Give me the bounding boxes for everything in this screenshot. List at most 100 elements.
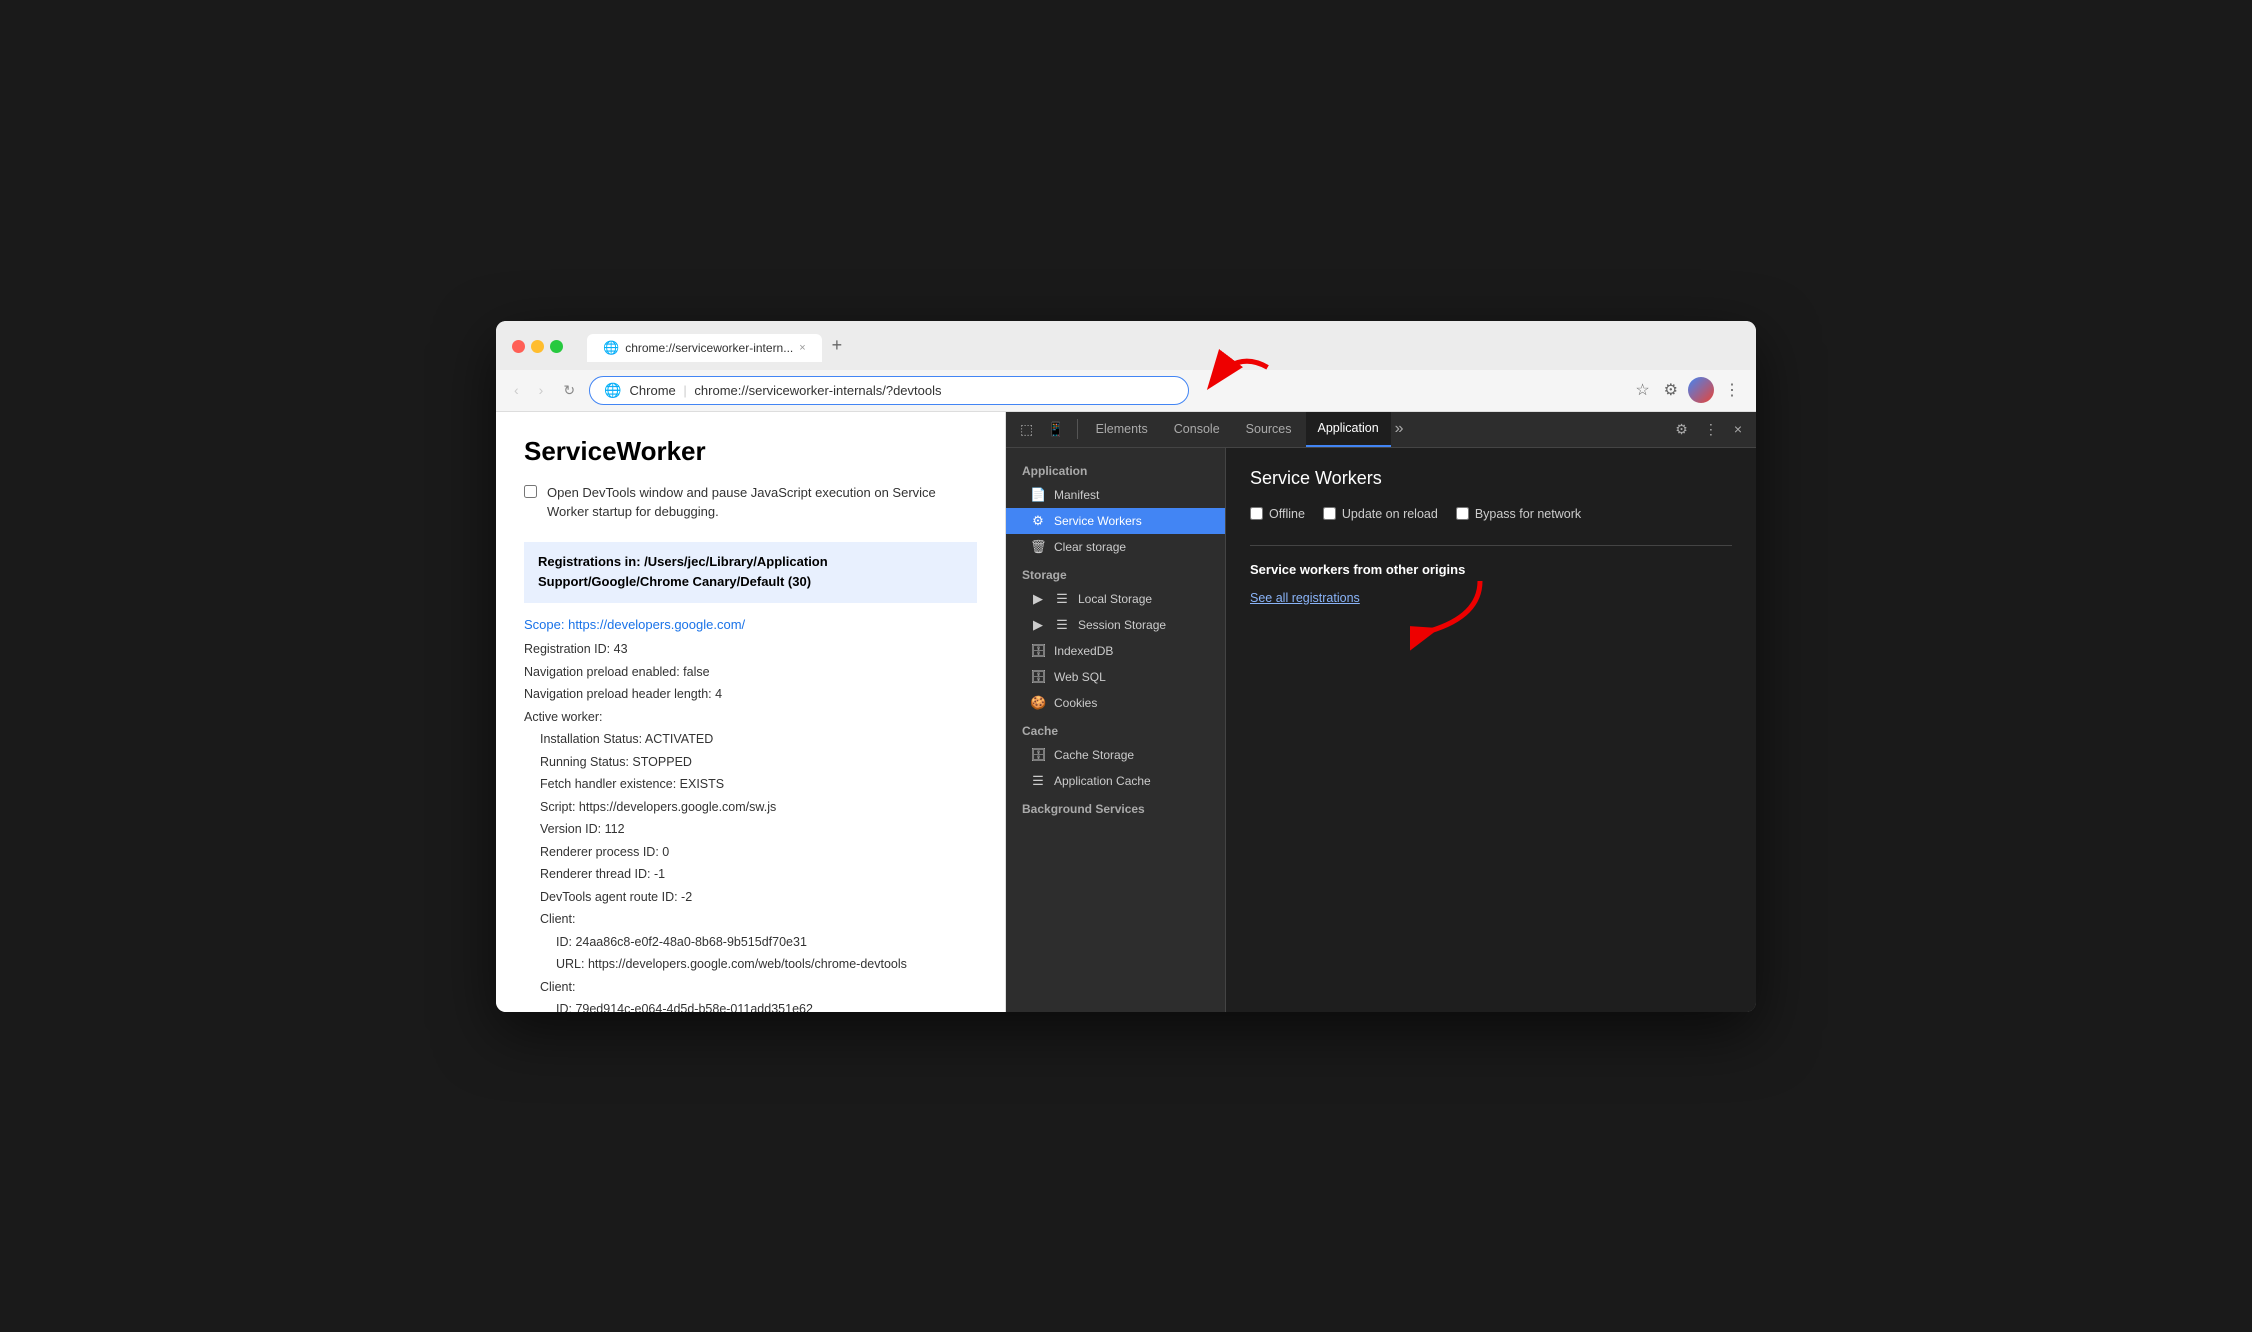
- worker-detail-line: Renderer process ID: 0: [524, 841, 977, 864]
- reload-button[interactable]: ↻: [557, 378, 581, 403]
- clear-storage-icon: 🗑: [1030, 539, 1046, 555]
- worker-detail-line: URL: https://developers.google.com/web/t…: [524, 953, 977, 976]
- update-on-reload-label: Update on reload: [1342, 507, 1438, 521]
- worker-detail-line: Running Status: STOPPED: [524, 751, 977, 774]
- forward-button[interactable]: ›: [533, 378, 550, 402]
- arrow-annotation-2: [1410, 576, 1490, 661]
- nav-bar: ‹ › ↻ 🌐 Chrome | chrome://serviceworker-…: [496, 370, 1756, 412]
- worker-detail-line: Registration ID: 43: [524, 638, 977, 661]
- worker-detail-line: ID: 79ed914c-e064-4d5d-b58e-011add351e62: [524, 998, 977, 1011]
- registrations-box: Registrations in: /Users/jec/Library/App…: [524, 542, 977, 604]
- update-on-reload-checkbox-item[interactable]: Update on reload: [1323, 507, 1438, 521]
- cookies-icon: 🍪: [1030, 695, 1046, 711]
- expand-session-storage-icon: ▶: [1030, 617, 1046, 633]
- web-sql-icon: 🗄: [1030, 669, 1046, 685]
- devtools-more-button[interactable]: ⋮: [1698, 417, 1724, 442]
- tab-sources[interactable]: Sources: [1234, 412, 1304, 447]
- registrations-text: Registrations in: /Users/jec/Library/App…: [538, 554, 828, 590]
- tab-elements[interactable]: Elements: [1084, 412, 1160, 447]
- worker-detail-line: ID: 24aa86c8-e0f2-48a0-8b68-9b515df70e31: [524, 931, 977, 954]
- address-domain: Chrome | chrome://serviceworker-internal…: [630, 383, 942, 398]
- update-on-reload-checkbox[interactable]: [1323, 507, 1336, 520]
- devtools-sidebar: Application 📄 Manifest ⚙ Service Workers…: [1006, 448, 1226, 1012]
- new-tab-button[interactable]: +: [824, 331, 851, 360]
- debug-checkbox[interactable]: [524, 485, 537, 498]
- bypass-for-network-checkbox-item[interactable]: Bypass for network: [1456, 507, 1581, 521]
- section-application-label: Application: [1006, 456, 1225, 482]
- title-bar: 🌐 chrome://serviceworker-intern... × +: [496, 321, 1756, 370]
- sidebar-manifest-label: Manifest: [1054, 488, 1099, 502]
- session-storage-icon: ☰: [1054, 617, 1070, 633]
- devtools-body: Application 📄 Manifest ⚙ Service Workers…: [1006, 448, 1756, 1012]
- tab-close-button[interactable]: ×: [799, 342, 805, 354]
- worker-detail-line: Script: https://developers.google.com/sw…: [524, 796, 977, 819]
- sidebar-clear-storage-label: Clear storage: [1054, 540, 1126, 554]
- worker-detail-line: DevTools agent route ID: -2: [524, 886, 977, 909]
- offline-checkbox-item[interactable]: Offline: [1250, 507, 1305, 521]
- sidebar-item-indexeddb[interactable]: 🗄 IndexedDB: [1006, 638, 1225, 664]
- extensions-button[interactable]: ⚙: [1660, 376, 1682, 404]
- device-toggle-button[interactable]: 📱: [1041, 417, 1070, 442]
- address-globe-icon: 🌐: [604, 382, 621, 399]
- manifest-icon: 📄: [1030, 487, 1046, 503]
- sidebar-application-cache-label: Application Cache: [1054, 774, 1151, 788]
- devtools-panel: ⬚ 📱 Elements Console Sources Application…: [1006, 412, 1756, 1012]
- sidebar-item-application-cache[interactable]: ☰ Application Cache: [1006, 768, 1225, 794]
- maximize-button[interactable]: [550, 340, 563, 353]
- worker-detail-line: Fetch handler existence: EXISTS: [524, 773, 977, 796]
- address-separator: |: [683, 383, 686, 398]
- devtools-main-panel: Service Workers Offline Update on reload: [1226, 448, 1756, 1012]
- tab-console[interactable]: Console: [1162, 412, 1232, 447]
- service-workers-icon: ⚙: [1030, 513, 1046, 529]
- close-button[interactable]: [512, 340, 525, 353]
- avatar: [1688, 377, 1714, 403]
- traffic-lights: [512, 340, 563, 353]
- section-cache-label: Cache: [1006, 716, 1225, 742]
- devtools-settings-button[interactable]: ⚙: [1669, 417, 1694, 442]
- minimize-button[interactable]: [531, 340, 544, 353]
- sidebar-item-manifest[interactable]: 📄 Manifest: [1006, 482, 1225, 508]
- sidebar-item-local-storage[interactable]: ▶ ☰ Local Storage: [1006, 586, 1225, 612]
- sidebar-cookies-label: Cookies: [1054, 696, 1097, 710]
- sidebar-item-cache-storage[interactable]: 🗄 Cache Storage: [1006, 742, 1225, 768]
- menu-button[interactable]: ⋮: [1720, 376, 1744, 404]
- browser-window: 🌐 chrome://serviceworker-intern... × + ‹…: [496, 321, 1756, 1012]
- tab-bar: 🌐 chrome://serviceworker-intern... × +: [587, 331, 850, 362]
- debug-label: Open DevTools window and pause JavaScrip…: [547, 483, 977, 522]
- worker-detail-line: Client:: [524, 976, 977, 999]
- sidebar-item-cookies[interactable]: 🍪 Cookies: [1006, 690, 1225, 716]
- tab-application[interactable]: Application: [1306, 412, 1391, 447]
- bookmark-button[interactable]: ☆: [1631, 376, 1653, 404]
- indexeddb-icon: 🗄: [1030, 643, 1046, 659]
- bypass-for-network-checkbox[interactable]: [1456, 507, 1469, 520]
- tab-title: chrome://serviceworker-intern...: [625, 341, 793, 355]
- sidebar-item-service-workers[interactable]: ⚙ Service Workers: [1006, 508, 1225, 534]
- sidebar-item-web-sql[interactable]: 🗄 Web SQL: [1006, 664, 1225, 690]
- sidebar-item-clear-storage[interactable]: 🗑 Clear storage: [1006, 534, 1225, 560]
- debug-checkbox-row: Open DevTools window and pause JavaScrip…: [524, 483, 977, 522]
- sidebar-session-storage-label: Session Storage: [1078, 618, 1166, 632]
- panel-title: Service Workers: [1250, 468, 1732, 489]
- back-button[interactable]: ‹: [508, 378, 525, 402]
- sidebar-indexeddb-label: IndexedDB: [1054, 644, 1113, 658]
- active-tab[interactable]: 🌐 chrome://serviceworker-intern... ×: [587, 334, 822, 362]
- see-all-registrations-link[interactable]: See all registrations: [1250, 591, 1360, 605]
- worker-detail-line: Renderer thread ID: -1: [524, 863, 977, 886]
- more-tabs-button[interactable]: »: [1395, 420, 1404, 438]
- page-title: ServiceWorker: [524, 436, 977, 467]
- page-content: ServiceWorker Open DevTools window and p…: [496, 412, 1006, 1012]
- worker-detail-line: Installation Status: ACTIVATED: [524, 728, 977, 751]
- local-storage-icon: ☰: [1054, 591, 1070, 607]
- section-background-services-label: Background Services: [1006, 794, 1225, 820]
- worker-detail-line: Navigation preload header length: 4: [524, 683, 977, 706]
- sidebar-item-session-storage[interactable]: ▶ ☰ Session Storage: [1006, 612, 1225, 638]
- worker-detail-line: Client:: [524, 908, 977, 931]
- offline-label: Offline: [1269, 507, 1305, 521]
- devtools-close-button[interactable]: ×: [1728, 417, 1748, 441]
- inspect-button[interactable]: ⬚: [1014, 417, 1039, 442]
- scope-link[interactable]: Scope: https://developers.google.com/: [524, 617, 977, 632]
- offline-checkbox[interactable]: [1250, 507, 1263, 520]
- address-bar[interactable]: 🌐 Chrome | chrome://serviceworker-intern…: [589, 376, 1189, 405]
- address-url-text: chrome://serviceworker-internals/?devtoo…: [694, 383, 941, 398]
- devtools-toolbar: ⬚ 📱 Elements Console Sources Application…: [1006, 412, 1756, 448]
